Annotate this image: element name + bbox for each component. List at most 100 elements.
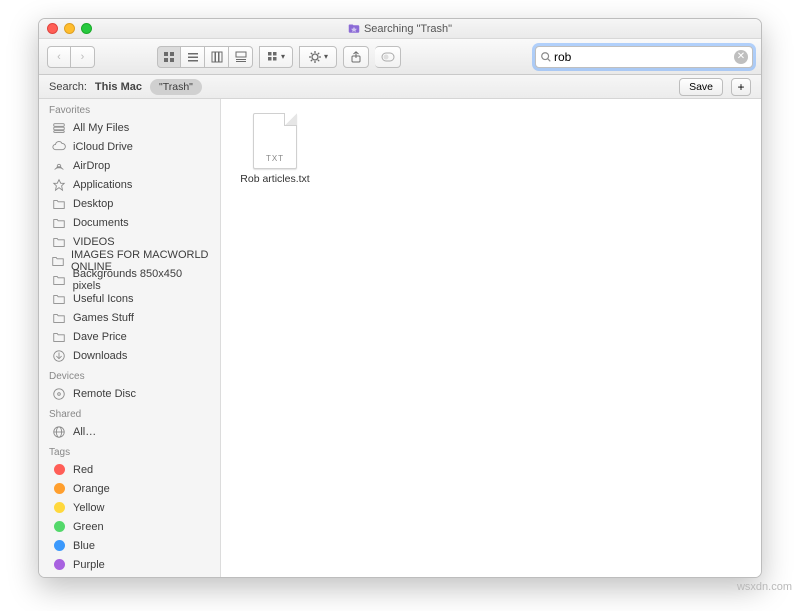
sidebar-item-label: Remote Disc (73, 388, 136, 400)
sidebar-item[interactable]: Blue (39, 536, 220, 555)
tag-dot (51, 500, 67, 516)
close-button[interactable] (47, 23, 58, 34)
arrange-button[interactable]: ▾ (259, 46, 293, 68)
watermark: wsxdn.com (737, 581, 792, 593)
sidebar-item[interactable]: All My Files (39, 118, 220, 137)
tag-dot (51, 557, 67, 573)
finder-window: Searching "Trash" ‹ › ▾ ▾ ✕ Search: (38, 18, 762, 578)
folder-icon (51, 291, 67, 307)
sidebar-item[interactable]: Desktop (39, 194, 220, 213)
sidebar-section-header: Tags (39, 441, 220, 460)
scope-this-mac[interactable]: This Mac (95, 81, 142, 93)
search-label: Search: (49, 81, 87, 93)
action-group: ▾ (299, 46, 337, 68)
folder-icon (51, 272, 67, 288)
tag-dot (51, 519, 67, 535)
sidebar-item[interactable]: Green (39, 517, 220, 536)
icloud-icon (51, 139, 67, 155)
sidebar-item-label: All My Files (73, 122, 129, 134)
downloads-icon (51, 348, 67, 364)
sidebar-section-header: Favorites (39, 99, 220, 118)
sidebar-item[interactable]: Gray (39, 574, 220, 577)
sidebar-item-label: iCloud Drive (73, 141, 133, 153)
results-area[interactable]: TXT Rob articles.txt (221, 99, 761, 577)
add-criteria-button[interactable]: + (731, 78, 751, 96)
view-mode-group (157, 46, 253, 68)
view-column-button[interactable] (205, 46, 229, 68)
smart-folder-icon (348, 23, 360, 35)
sidebar-item[interactable]: Remote Disc (39, 384, 220, 403)
sidebar-section-header: Devices (39, 365, 220, 384)
globe-icon (51, 424, 67, 440)
save-search-button[interactable]: Save (679, 78, 723, 96)
sidebar-item-label: VIDEOS (73, 236, 115, 248)
sidebar-item-label: Documents (73, 217, 129, 229)
sidebar-item[interactable]: Yellow (39, 498, 220, 517)
sidebar-item[interactable]: Purple (39, 555, 220, 574)
sidebar-item-label: All… (73, 426, 96, 438)
share-button[interactable] (343, 46, 369, 68)
sidebar-item[interactable]: Documents (39, 213, 220, 232)
sidebar-item[interactable]: Red (39, 460, 220, 479)
folder-icon (51, 215, 67, 231)
sidebar-item[interactable]: Useful Icons (39, 289, 220, 308)
search-icon (540, 51, 554, 63)
tag-dot (51, 481, 67, 497)
body: Favorites All My Files iCloud Drive AirDrop… (39, 99, 761, 577)
sidebar-item[interactable]: Orange (39, 479, 220, 498)
forward-button[interactable]: › (71, 46, 95, 68)
clear-search-icon[interactable]: ✕ (734, 50, 748, 64)
toolbar: ‹ › ▾ ▾ ✕ (39, 39, 761, 75)
view-coverflow-button[interactable] (229, 46, 253, 68)
file-item[interactable]: TXT Rob articles.txt (235, 113, 315, 185)
sidebar-item[interactable]: Games Stuff (39, 308, 220, 327)
view-icon-button[interactable] (157, 46, 181, 68)
file-ext-label: TXT (254, 154, 296, 163)
tag-dot (51, 462, 67, 478)
window-controls (47, 23, 92, 34)
sidebar-section-header: Shared (39, 403, 220, 422)
titlebar: Searching "Trash" (39, 19, 761, 39)
sidebar-item-label: Downloads (73, 350, 127, 362)
sidebar-item-label: Backgrounds 850x450 pixels (73, 268, 210, 292)
action-button[interactable]: ▾ (299, 46, 337, 68)
scope-trash[interactable]: "Trash" (150, 79, 202, 95)
nav-buttons: ‹ › (47, 46, 95, 68)
txt-file-icon: TXT (253, 113, 297, 169)
file-name-label: Rob articles.txt (240, 173, 309, 185)
folder-icon (51, 234, 67, 250)
search-field[interactable]: ✕ (535, 46, 753, 68)
all-my-files-icon (51, 120, 67, 136)
arrange-group: ▾ (259, 46, 293, 68)
sidebar-item-label: Games Stuff (73, 312, 134, 324)
airdrop-icon (51, 158, 67, 174)
sidebar-item[interactable]: AirDrop (39, 156, 220, 175)
folder-icon (51, 196, 67, 212)
sidebar-item[interactable]: Dave Price (39, 327, 220, 346)
sidebar-item-label: Red (73, 464, 93, 476)
minimize-button[interactable] (64, 23, 75, 34)
sidebar-item-label: Yellow (73, 502, 104, 514)
tag-dot (51, 576, 67, 578)
sidebar-item[interactable]: Backgrounds 850x450 pixels (39, 270, 220, 289)
view-list-button[interactable] (181, 46, 205, 68)
sidebar-item-label: Useful Icons (73, 293, 134, 305)
back-button[interactable]: ‹ (47, 46, 71, 68)
sidebar-item[interactable]: Applications (39, 175, 220, 194)
applications-icon (51, 177, 67, 193)
search-input[interactable] (554, 50, 734, 64)
sidebar-item-label: Purple (73, 559, 105, 571)
disc-icon (51, 386, 67, 402)
sidebar-item-label: AirDrop (73, 160, 110, 172)
sidebar-item-label: Orange (73, 483, 110, 495)
folder-icon (51, 253, 65, 269)
maximize-button[interactable] (81, 23, 92, 34)
sidebar-item[interactable]: All… (39, 422, 220, 441)
sidebar-item[interactable]: Downloads (39, 346, 220, 365)
sidebar: Favorites All My Files iCloud Drive AirDrop… (39, 99, 221, 577)
sidebar-item-label: Dave Price (73, 331, 127, 343)
sidebar-item[interactable]: iCloud Drive (39, 137, 220, 156)
sidebar-item-label: Desktop (73, 198, 113, 210)
tags-button[interactable] (375, 46, 401, 68)
folder-icon (51, 310, 67, 326)
